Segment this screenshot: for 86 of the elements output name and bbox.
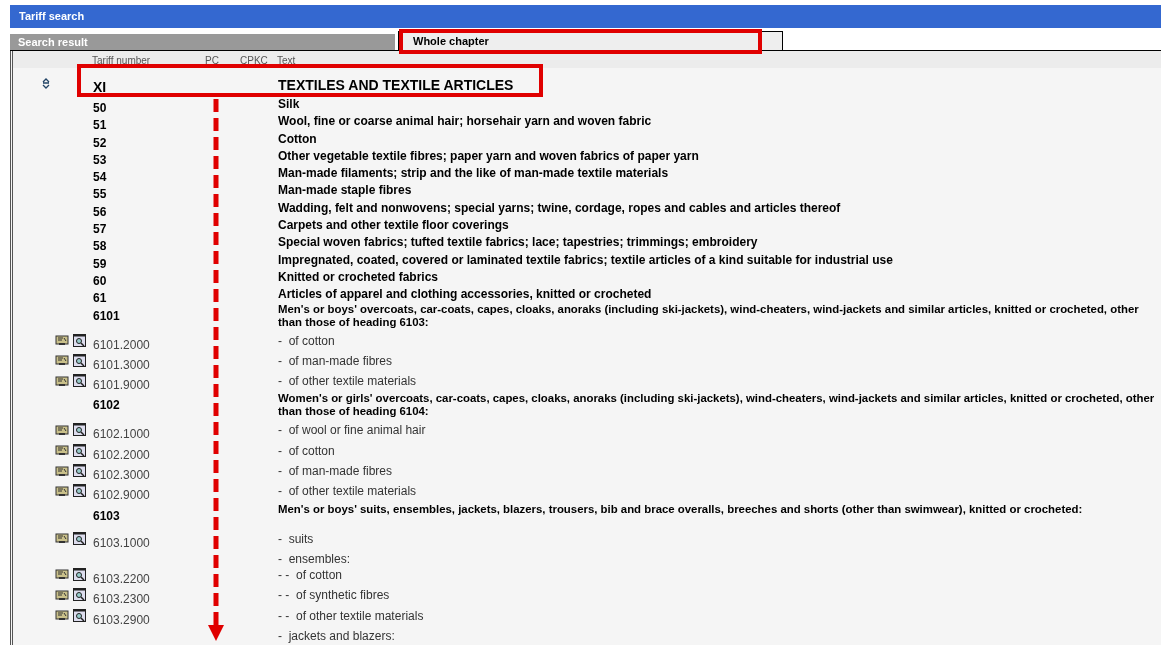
description-text: - of man-made fibres [278, 352, 393, 370]
search-icon[interactable] [73, 423, 86, 437]
description-text: than those of heading 6103: [278, 315, 430, 329]
tariff-number: 59 [93, 256, 107, 271]
description-text: Wadding, felt and nonwovens; special yarns; twine, cordage, ropes and cables and articles thereof [278, 199, 841, 217]
tariff-number: 57 [93, 222, 107, 237]
book-icon[interactable] [55, 423, 69, 436]
search-icon[interactable] [73, 443, 86, 457]
tariff-number[interactable]: 6102.9000 [93, 488, 150, 503]
window-title: Tariff search [10, 5, 1161, 28]
description-text: - - of cotton [278, 566, 343, 584]
tariff-number: 6101 [93, 308, 120, 323]
search-icon[interactable] [73, 353, 86, 367]
book-icon[interactable] [55, 532, 69, 545]
description-text: - jackets and blazers: [278, 627, 395, 645]
description-text: - of other textile materials [278, 483, 417, 501]
column-header: Tariff number [92, 54, 152, 68]
search-icon[interactable] [73, 464, 86, 478]
tariff-number[interactable]: 6102.1000 [93, 427, 150, 442]
description-text: - of wool or fine animal hair [278, 422, 426, 440]
description-text: Men's or boys' suits, ensembles, jackets, blazers, trousers, bib and brace overalls, breeches and shorts (other than swimwear), knitted or crocheted: [278, 502, 1083, 516]
tariff-number[interactable]: 6102.2000 [93, 447, 150, 462]
tariff-number[interactable]: 6103.2200 [93, 571, 150, 586]
description-text: Men's or boys' overcoats, car-coats, capes, cloaks, anoraks (including ski-jackets), wind-cheaters, wind-jackets and similar articles, knitted or crocheted, other [278, 302, 1139, 316]
tariff-number[interactable]: 6101.3000 [93, 357, 150, 372]
column-header: PC [205, 54, 220, 68]
description-text: - - of other textile materials [278, 607, 424, 625]
description-text: Special woven fabrics; tufted textile fabrics; lace; tapestries; trimmings; embroidery [278, 234, 758, 252]
search-icon[interactable] [73, 588, 86, 602]
description-text: Other vegetable textile fibres; paper yarn and woven fabrics of paper yarn [278, 147, 699, 165]
tariff-number[interactable]: 6103.1000 [93, 535, 150, 550]
collapse-icon[interactable] [42, 76, 50, 91]
description-text: Articles of apparel and clothing accessories, knitted or crocheted [278, 286, 652, 304]
tariff-number[interactable]: 6103.2300 [93, 592, 150, 607]
tariff-number[interactable]: 6101.9000 [93, 378, 150, 393]
tariff-number: 55 [93, 187, 107, 202]
book-icon[interactable] [55, 334, 69, 347]
description-text: - of man-made fibres [278, 463, 393, 481]
tariff-number: 56 [93, 204, 107, 219]
description-text: - of cotton [278, 442, 335, 460]
description-text: - - of synthetic fibres [278, 587, 390, 605]
description-text: Cotton [278, 130, 317, 148]
search-icon[interactable] [73, 567, 86, 581]
description-text: Women's or girls' overcoats, car-coats, capes, cloaks, anoraks (including ski-jackets), wind-cheaters, wind-jackets and similar articles, knitted or crocheted, other [278, 392, 1155, 406]
search-icon[interactable] [73, 333, 86, 347]
description-text: Carpets and other textile floor coverings [278, 217, 509, 235]
book-icon[interactable] [55, 374, 69, 387]
tariff-number: 50 [93, 101, 107, 115]
tariff-number: 6103 [93, 508, 120, 523]
description-text: Silk [278, 96, 300, 113]
description-text: TEXTILES AND TEXTILE ARTICLES [278, 76, 514, 95]
book-icon[interactable] [55, 484, 69, 497]
tariff-number: 58 [93, 239, 107, 254]
description-text: Impregnated, coated, covered or laminated textile fabrics; textile articles of a kind suitable for industrial use [278, 251, 893, 269]
description-text: - of cotton [278, 332, 335, 350]
description-text: - suits [278, 530, 314, 548]
book-icon[interactable] [55, 464, 69, 477]
description-text: - of other textile materials [278, 373, 417, 391]
tariff-number: 53 [93, 152, 107, 167]
book-icon[interactable] [55, 354, 69, 367]
search-icon[interactable] [73, 484, 86, 498]
tariff-number[interactable]: 6101.2000 [93, 337, 150, 352]
description-text: Man-made staple fibres [278, 182, 412, 200]
tariff-number: 54 [93, 170, 107, 185]
tariff-number: 60 [93, 273, 107, 288]
search-icon[interactable] [73, 374, 86, 388]
tariff-number: 6102 [93, 398, 120, 413]
tariff-number[interactable]: 6102.3000 [93, 468, 150, 483]
column-header: Text [277, 54, 296, 68]
description-text: than those of heading 6104: [278, 405, 430, 419]
description-text: - ensembles: [278, 550, 351, 568]
book-icon[interactable] [55, 568, 69, 581]
column-header: CPKC [240, 54, 269, 68]
book-icon[interactable] [55, 588, 69, 601]
tariff-number[interactable]: 6103.2900 [93, 612, 150, 627]
book-icon[interactable] [55, 609, 69, 622]
tariff-number: 51 [93, 118, 107, 133]
description-text: Knitted or crocheted fabrics [278, 268, 439, 286]
description-text: Man-made filaments; strip and the like of man-made textile materials [278, 165, 669, 183]
tariff-number: 52 [93, 135, 107, 150]
tariff-number: XI [93, 79, 107, 95]
book-icon[interactable] [55, 444, 69, 457]
search-icon[interactable] [73, 531, 86, 545]
description-text: Wool, fine or coarse animal hair; horsehair yarn and woven fabric [278, 113, 652, 131]
tariff-number: 61 [93, 291, 107, 306]
search-icon[interactable] [73, 608, 86, 622]
